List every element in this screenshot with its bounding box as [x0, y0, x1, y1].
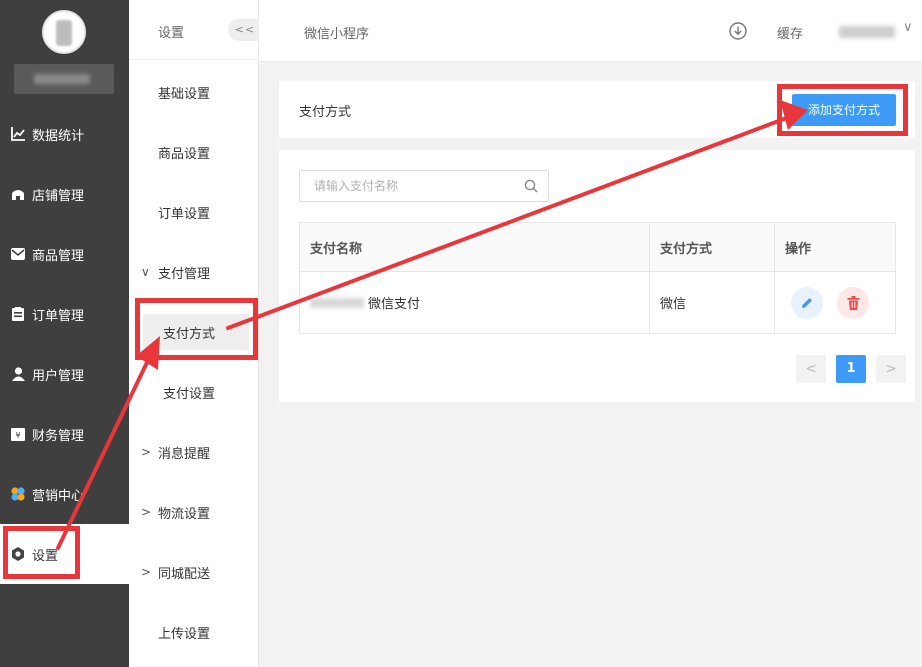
add-payment-method-button[interactable]: 添加支付方式	[792, 94, 896, 126]
submenu-child-label: 支付方式	[163, 326, 216, 342]
sidebar-item-finance[interactable]: ¥ 财务管理	[0, 404, 129, 464]
search-box	[299, 170, 549, 202]
submenu-item-logistics[interactable]: > 物流设置	[129, 482, 259, 542]
avatar[interactable]	[42, 10, 86, 54]
submenu-item-label: 支付管理	[158, 266, 211, 282]
submenu-item-label: 消息提醒	[158, 446, 211, 462]
app-title: 微信小程序	[304, 27, 370, 42]
table-row: 微信支付 微信	[300, 271, 895, 333]
payment-methods-panel: 支付名称 支付方式 操作 微信支付 微信 < 1 >	[279, 150, 915, 402]
shop-name-blur	[34, 74, 90, 84]
trash-icon	[847, 295, 859, 310]
table-header-row: 支付名称 支付方式 操作	[300, 223, 895, 271]
clipboard-icon	[10, 306, 26, 322]
prev-page-button[interactable]: <	[796, 355, 826, 383]
chevron-right-icon: >	[141, 445, 152, 459]
payment-methods-table: 支付名称 支付方式 操作 微信支付 微信	[299, 222, 896, 334]
settings-submenu: 设置 基础设置 商品设置 订单设置 ∨ 支付管理 支付方式 支付设置 > 消息提…	[129, 0, 259, 667]
cache-button[interactable]: 缓存	[777, 23, 803, 42]
sidebar-item-label: 营销中心	[32, 488, 85, 504]
sidebar-item-orders[interactable]: 订单管理	[0, 284, 129, 344]
payment-name: 微信支付	[368, 297, 421, 312]
sidebar-item-products[interactable]: 商品管理	[0, 224, 129, 284]
sidebar-item-label: 订单管理	[32, 308, 85, 324]
actions-cell	[775, 272, 895, 333]
submenu-item-notifications[interactable]: > 消息提醒	[129, 422, 259, 482]
submenu-item-label: 基础设置	[158, 86, 211, 102]
svg-text:¥: ¥	[15, 431, 20, 440]
sidebar-item-store[interactable]: 店铺管理	[0, 164, 129, 224]
sidebar-item-marketing[interactable]: 营销中心	[0, 464, 129, 524]
submenu-item-label: 商品设置	[158, 146, 211, 162]
next-page-button[interactable]: >	[876, 355, 906, 383]
submenu-item-goods[interactable]: 商品设置	[129, 122, 259, 182]
sidebar-item-users[interactable]: 用户管理	[0, 344, 129, 404]
collapse-button[interactable]: <<	[228, 19, 262, 41]
username-redacted[interactable]	[839, 26, 895, 38]
name-prefix-redacted	[310, 297, 364, 308]
gear-icon	[10, 546, 26, 562]
avatar-image	[56, 20, 72, 46]
submenu-child-payment-methods[interactable]: 支付方式	[143, 314, 249, 350]
main-sidebar: 数据统计 店铺管理 商品管理 订单管理 用户管理 ¥ 财务管理 营销中心 设置	[0, 0, 129, 667]
user-icon	[10, 366, 26, 382]
edit-button[interactable]	[791, 286, 823, 319]
chevron-down-icon: ∨	[141, 265, 150, 279]
payment-name-cell: 微信支付	[300, 272, 650, 333]
chevron-down-icon[interactable]: ∨	[903, 20, 913, 35]
page-1-button[interactable]: 1	[836, 355, 866, 383]
sidebar-item-label: 用户管理	[32, 368, 85, 384]
marketing-icon	[10, 486, 26, 502]
page-title: 支付方式	[299, 105, 352, 120]
submenu-item-label: 物流设置	[158, 506, 211, 522]
submenu-item-label: 订单设置	[158, 206, 211, 222]
search-input[interactable]	[300, 171, 520, 201]
payment-method-cell: 微信	[650, 272, 775, 333]
chevron-right-icon: >	[141, 505, 152, 519]
submenu-item-label: 上传设置	[158, 626, 211, 642]
pencil-icon	[802, 297, 812, 308]
submenu-item-order[interactable]: 订单设置	[129, 182, 259, 242]
column-header-actions: 操作	[775, 223, 895, 271]
finance-icon: ¥	[10, 426, 26, 442]
top-bar: 微信小程序 缓存 ∨	[259, 0, 922, 62]
mail-icon	[10, 246, 26, 262]
shop-name-redacted	[14, 64, 114, 94]
sidebar-item-settings[interactable]: 设置	[0, 524, 129, 584]
sidebar-item-label: 商品管理	[32, 248, 85, 264]
chart-line-icon	[10, 126, 26, 142]
sidebar-item-label: 财务管理	[32, 428, 85, 444]
sidebar-item-label: 店铺管理	[32, 188, 85, 204]
sidebar-item-label: 设置	[32, 548, 59, 564]
column-header-name: 支付名称	[300, 223, 650, 271]
search-icon[interactable]	[524, 179, 538, 193]
submenu-item-label: 同城配送	[158, 566, 211, 582]
submenu-child-label: 支付设置	[163, 386, 216, 402]
download-icon[interactable]	[729, 22, 747, 40]
column-header-method: 支付方式	[650, 223, 775, 271]
page-header-panel: 支付方式 添加支付方式	[279, 81, 915, 138]
submenu-item-payment-management[interactable]: ∨ 支付管理	[129, 242, 259, 302]
submenu-title: 设置	[158, 26, 185, 41]
sidebar-item-label: 数据统计	[32, 128, 85, 144]
delete-button[interactable]	[837, 286, 869, 319]
submenu-item-basic[interactable]: 基础设置	[129, 62, 259, 122]
submenu-child-payment-settings[interactable]: 支付设置	[163, 374, 215, 410]
submenu-item-upload[interactable]: 上传设置	[129, 602, 259, 662]
store-icon	[10, 186, 26, 202]
submenu-item-local-delivery[interactable]: > 同城配送	[129, 542, 259, 602]
chevron-right-icon: >	[141, 565, 152, 579]
sidebar-item-statistics[interactable]: 数据统计	[0, 104, 129, 164]
